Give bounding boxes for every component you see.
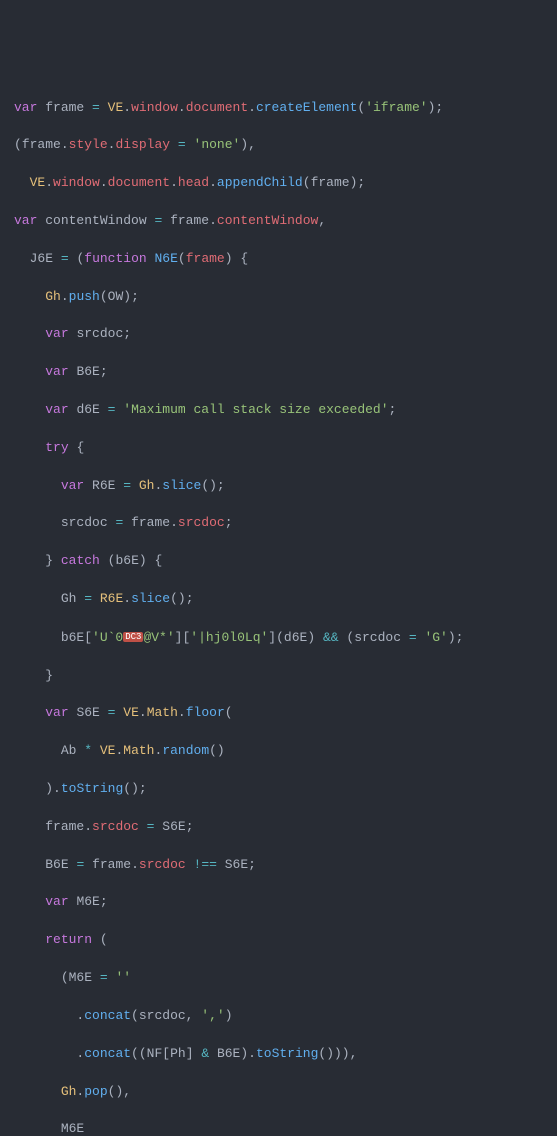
code-line: M6E — [0, 1120, 557, 1136]
code-line: frame.srcdoc = S6E; — [0, 818, 557, 837]
code-line: srcdoc = frame.srcdoc; — [0, 514, 557, 533]
code-line: b6E['U`0DC3@V*']['|hj0l0Lq'](d6E) && (sr… — [0, 628, 557, 648]
code-line: .concat((NF[Ph] & B6E).toString())), — [0, 1045, 557, 1064]
code-line: Gh.push(OW); — [0, 288, 557, 307]
code-line: (M6E = '' — [0, 969, 557, 988]
code-line: } catch (b6E) { — [0, 552, 557, 571]
code-line: var S6E = VE.Math.floor( — [0, 704, 557, 723]
code-line: Gh.pop(), — [0, 1083, 557, 1102]
code-line: } — [0, 667, 557, 686]
code-line: var B6E; — [0, 363, 557, 382]
code-line: J6E = (function N6E(frame) { — [0, 250, 557, 269]
code-editor[interactable]: var frame = VE.window.document.createEle… — [0, 80, 557, 1136]
code-line: return ( — [0, 931, 557, 950]
code-line: var frame = VE.window.document.createEle… — [0, 99, 557, 118]
code-line: .concat(srcdoc, ',') — [0, 1007, 557, 1026]
code-line: Ab * VE.Math.random() — [0, 742, 557, 761]
code-line: (frame.style.display = 'none'), — [0, 136, 557, 155]
control-char-badge: DC3 — [123, 632, 143, 642]
code-line: ).toString(); — [0, 780, 557, 799]
code-line: var M6E; — [0, 893, 557, 912]
code-line: var R6E = Gh.slice(); — [0, 477, 557, 496]
code-line: B6E = frame.srcdoc !== S6E; — [0, 856, 557, 875]
code-line: VE.window.document.head.appendChild(fram… — [0, 174, 557, 193]
code-line: try { — [0, 439, 557, 458]
code-line: var contentWindow = frame.contentWindow, — [0, 212, 557, 231]
code-line: var srcdoc; — [0, 325, 557, 344]
code-line: var d6E = 'Maximum call stack size excee… — [0, 401, 557, 420]
code-line: Gh = R6E.slice(); — [0, 590, 557, 609]
